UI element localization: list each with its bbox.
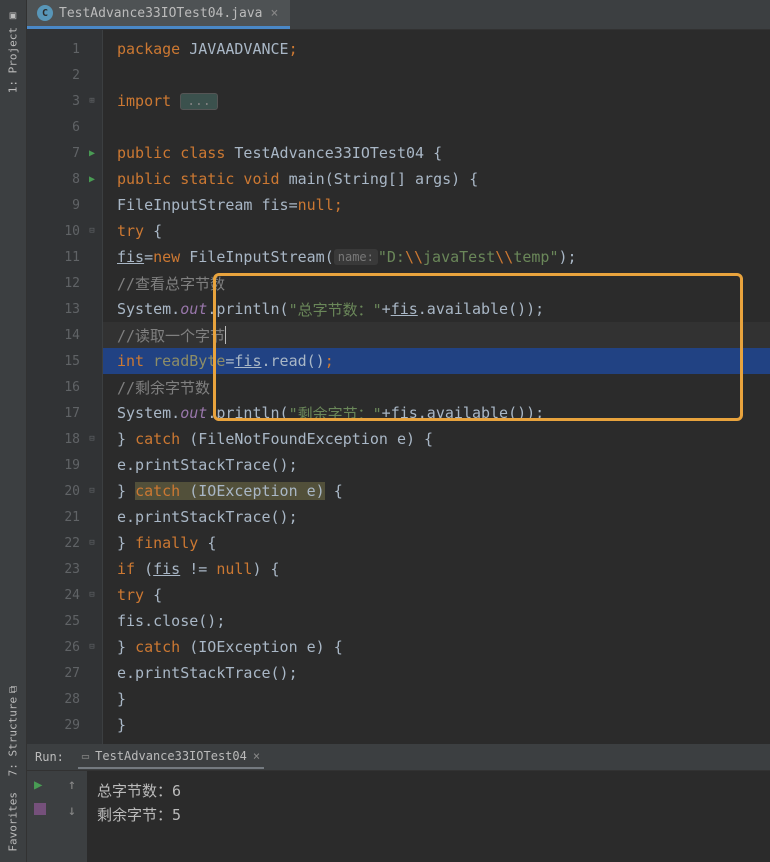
- folder-icon: ▣: [7, 10, 20, 23]
- line-number: 9: [72, 198, 80, 213]
- fold-minus-icon[interactable]: ⊟: [86, 590, 98, 600]
- favorites-tool-tab[interactable]: Favorites: [0, 784, 26, 860]
- run-config-name: TestAdvance33IOTest04: [95, 749, 247, 763]
- line-number: 14: [64, 328, 80, 343]
- structure-tool-tab[interactable]: 7: Structure ⧉: [0, 677, 26, 784]
- line-number: 15: [64, 354, 80, 369]
- stop-icon[interactable]: [34, 803, 50, 819]
- structure-tab-label: 7: Structure: [7, 697, 20, 776]
- run-gutter-icon[interactable]: ▶: [86, 174, 98, 185]
- line-number: 10: [64, 224, 80, 239]
- run-config-tab[interactable]: ▭ TestAdvance33IOTest04 ×: [78, 745, 264, 769]
- editor-tab-bar: C TestAdvance33IOTest04.java ×: [27, 0, 770, 30]
- editor[interactable]: 1 2 3 ⊞ 6 7 ▶ 8 ▶ 9 10 ⊟ 11 12 13 14 15 16 1…: [27, 30, 770, 744]
- selected-line: int readByte=fis.read();: [103, 348, 770, 374]
- folded-imports[interactable]: ...: [180, 93, 217, 110]
- line-number: 22: [64, 536, 80, 551]
- fold-minus-icon[interactable]: ⊟: [86, 226, 98, 236]
- run-gutter-icon[interactable]: ▶: [86, 148, 98, 159]
- run-output[interactable]: 总字节数：6 剩余字节：5: [87, 771, 770, 862]
- run-nav-toolbar: ↑ ↓: [57, 771, 87, 862]
- run-config-icon: ▭: [82, 749, 89, 763]
- line-gutter: 1 2 3 ⊞ 6 7 ▶ 8 ▶ 9 10 ⊟ 11 12 13 14 15 16 1…: [27, 30, 103, 744]
- close-run-tab-icon[interactable]: ×: [253, 749, 260, 763]
- favorites-tab-label: Favorites: [7, 792, 20, 852]
- up-arrow-icon[interactable]: ↑: [68, 777, 76, 793]
- output-line: 总字节数：6: [97, 779, 760, 803]
- line-number: 2: [72, 68, 80, 83]
- line-number: 29: [64, 718, 80, 733]
- line-number: 12: [64, 276, 80, 291]
- run-header: Run: ▭ TestAdvance33IOTest04 ×: [27, 744, 770, 770]
- main-area: C TestAdvance33IOTest04.java × 1 2 3 ⊞ 6 …: [27, 0, 770, 862]
- line-number: 18: [64, 432, 80, 447]
- caret-line: //读取一个字节: [103, 322, 770, 348]
- file-tab[interactable]: C TestAdvance33IOTest04.java ×: [27, 0, 290, 29]
- rerun-icon[interactable]: ▶: [34, 777, 50, 793]
- file-tab-label: TestAdvance33IOTest04.java: [59, 6, 263, 21]
- java-class-icon: C: [37, 5, 53, 21]
- line-number: 7: [72, 146, 80, 161]
- fold-minus-icon[interactable]: ⊟: [86, 642, 98, 652]
- line-number: 26: [64, 640, 80, 655]
- down-arrow-icon[interactable]: ↓: [68, 803, 76, 819]
- project-tool-tab[interactable]: 1: Project ▣: [0, 2, 26, 101]
- left-tool-gutter: 1: Project ▣ 7: Structure ⧉ Favorites: [0, 0, 27, 862]
- line-number: 23: [64, 562, 80, 577]
- line-number: 21: [64, 510, 80, 525]
- output-line: 剩余字节：5: [97, 803, 760, 827]
- line-number: 6: [72, 120, 80, 135]
- fold-plus-icon[interactable]: ⊞: [86, 96, 98, 106]
- line-number: 1: [72, 42, 80, 57]
- line-number: 28: [64, 692, 80, 707]
- line-number: 16: [64, 380, 80, 395]
- line-number: 25: [64, 614, 80, 629]
- run-left-toolbar: ▶: [27, 771, 57, 862]
- project-tab-label: 1: Project: [7, 27, 20, 93]
- fold-minus-icon[interactable]: ⊟: [86, 434, 98, 444]
- line-number: 3: [72, 94, 80, 109]
- line-number: 17: [64, 406, 80, 421]
- run-label: Run:: [35, 750, 64, 764]
- close-tab-icon[interactable]: ×: [269, 6, 281, 21]
- line-number: 19: [64, 458, 80, 473]
- line-number: 13: [64, 302, 80, 317]
- text-caret: [225, 326, 226, 344]
- line-number: 27: [64, 666, 80, 681]
- run-tool-window: Run: ▭ TestAdvance33IOTest04 × ▶ ↑ ↓ 总字节…: [27, 744, 770, 862]
- fold-minus-icon[interactable]: ⊟: [86, 486, 98, 496]
- line-number: 11: [64, 250, 80, 265]
- line-number: 8: [72, 172, 80, 187]
- code-area[interactable]: package JAVAADVANCE; import ... public c…: [103, 30, 770, 744]
- structure-icon: ⧉: [7, 685, 20, 693]
- line-number: 24: [64, 588, 80, 603]
- line-number: 20: [64, 484, 80, 499]
- fold-minus-icon[interactable]: ⊟: [86, 538, 98, 548]
- param-hint: name:: [334, 249, 378, 265]
